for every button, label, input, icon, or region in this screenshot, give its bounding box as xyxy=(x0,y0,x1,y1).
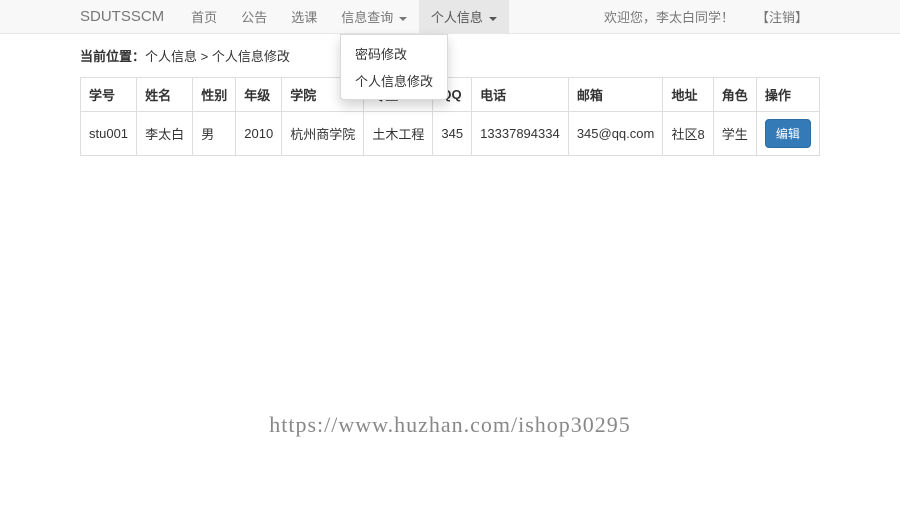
td-student-id: stu001 xyxy=(81,112,137,156)
navbar: SDUTSSCM 首页 公告 选课 信息查询 个人信息 欢迎您，李太白同学！ 【… xyxy=(0,0,900,34)
breadcrumb-path: 个人信息 > 个人信息修改 xyxy=(145,49,290,64)
th-address: 地址 xyxy=(663,78,713,112)
td-major: 土木工程 xyxy=(364,112,433,156)
breadcrumb-label: 当前位置： xyxy=(80,49,145,64)
th-role: 角色 xyxy=(713,78,756,112)
profile-table: 学号 姓名 性别 年级 学院 专业 QQ 电话 邮箱 地址 角色 操作 stu0… xyxy=(80,77,820,156)
nav-course-select[interactable]: 选课 xyxy=(279,0,329,34)
nav-info-query-label: 信息查询 xyxy=(341,10,393,25)
td-action: 编辑 xyxy=(756,112,819,156)
td-gender: 男 xyxy=(193,112,236,156)
breadcrumb: 当前位置：个人信息 > 个人信息修改 xyxy=(80,46,820,65)
td-address: 社区8 xyxy=(663,112,713,156)
th-name: 姓名 xyxy=(137,78,193,112)
watermark: https://www.huzhan.com/ishop30295 xyxy=(269,412,631,438)
dropdown-change-password[interactable]: 密码修改 xyxy=(341,40,447,67)
dropdown-personal-info: 密码修改 个人信息修改 xyxy=(340,34,448,100)
welcome-text: 欢迎您，李太白同学！ xyxy=(594,0,744,34)
main-container: 当前位置：个人信息 > 个人信息修改 学号 姓名 性别 年级 学院 专业 QQ … xyxy=(0,34,900,168)
nav-info-query[interactable]: 信息查询 xyxy=(329,0,419,34)
nav-announcement[interactable]: 公告 xyxy=(229,0,279,34)
th-phone: 电话 xyxy=(472,78,569,112)
nav-personal-info-label: 个人信息 xyxy=(431,10,483,25)
edit-button[interactable]: 编辑 xyxy=(765,119,811,148)
nav-personal-info[interactable]: 个人信息 xyxy=(419,0,509,34)
td-grade: 2010 xyxy=(236,112,282,156)
th-email: 邮箱 xyxy=(568,78,663,112)
nav-home[interactable]: 首页 xyxy=(179,0,229,34)
th-grade: 年级 xyxy=(236,78,282,112)
th-gender: 性别 xyxy=(193,78,236,112)
th-action: 操作 xyxy=(756,78,819,112)
td-qq: 345 xyxy=(433,112,472,156)
nav-left: SDUTSSCM 首页 公告 选课 信息查询 个人信息 xyxy=(80,0,509,34)
th-student-id: 学号 xyxy=(81,78,137,112)
td-college: 杭州商学院 xyxy=(282,112,364,156)
td-email: 345@qq.com xyxy=(568,112,663,156)
table-row: stu001 李太白 男 2010 杭州商学院 土木工程 345 1333789… xyxy=(81,112,820,156)
dropdown-edit-profile[interactable]: 个人信息修改 xyxy=(341,67,447,94)
caret-icon xyxy=(489,17,497,21)
nav-right: 欢迎您，李太白同学！ 【注销】 xyxy=(594,0,820,34)
logout-link[interactable]: 【注销】 xyxy=(744,0,820,34)
td-role: 学生 xyxy=(713,112,756,156)
table-header-row: 学号 姓名 性别 年级 学院 专业 QQ 电话 邮箱 地址 角色 操作 xyxy=(81,78,820,112)
td-name: 李太白 xyxy=(137,112,193,156)
navbar-brand[interactable]: SDUTSSCM xyxy=(80,8,179,25)
td-phone: 13337894334 xyxy=(472,112,569,156)
caret-icon xyxy=(399,17,407,21)
